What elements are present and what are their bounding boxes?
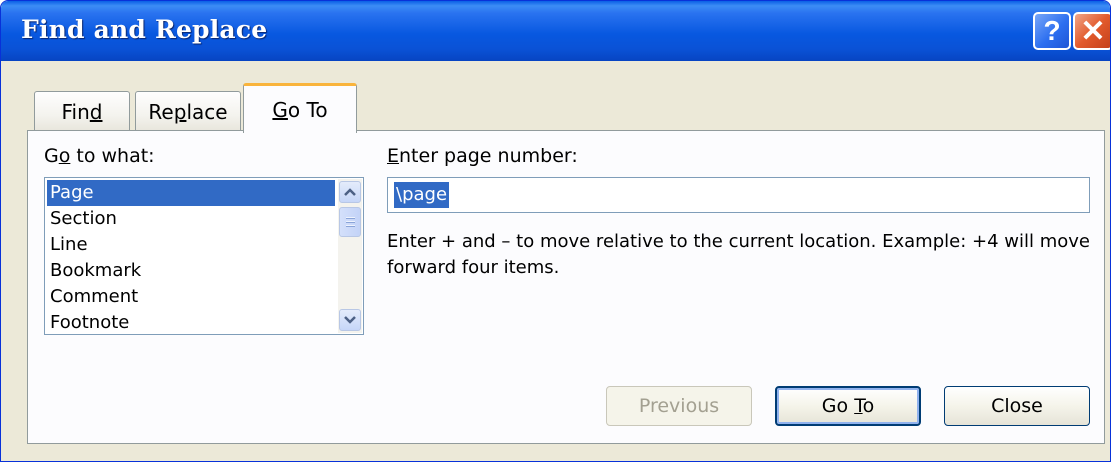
go-to-what-items: Page Section Line Bookmark Comment Footn… [47, 180, 335, 336]
find-replace-dialog: Find and Replace ? ✕ Find Replace Go To … [0, 0, 1111, 462]
listbox-scrollbar[interactable] [338, 179, 362, 333]
tab-replace[interactable]: Replace [135, 91, 241, 131]
tab-find-label: Find [61, 99, 103, 124]
scroll-down-button[interactable] [339, 309, 361, 331]
list-item-bookmark[interactable]: Bookmark [47, 258, 335, 284]
close-button[interactable]: Close [944, 386, 1090, 426]
hint-text: Enter + and – to move relative to the cu… [387, 231, 1090, 278]
close-window-button[interactable]: ✕ [1073, 12, 1110, 50]
page-number-value: \page [394, 182, 450, 208]
go-to-panel: Go to what: Page Section Line Bookmark C… [27, 130, 1105, 444]
scroll-up-button[interactable] [339, 181, 361, 203]
go-to-button-label: Go To [821, 395, 875, 417]
previous-button-label: Previous [638, 395, 720, 417]
close-button-label: Close [991, 395, 1043, 417]
chevron-up-icon [344, 188, 356, 196]
tab-go-to-label: Go To [272, 97, 328, 122]
chevron-down-icon [344, 316, 356, 324]
title-bar[interactable]: Find and Replace ? ✕ [1, 1, 1110, 61]
page-number-input[interactable]: \page [387, 177, 1090, 213]
grip-line [346, 221, 355, 223]
window-title: Find and Replace [21, 15, 268, 44]
go-to-button[interactable]: Go To [775, 386, 921, 426]
help-icon: ? [1043, 15, 1061, 46]
go-to-what-listbox[interactable]: Page Section Line Bookmark Comment Footn… [44, 177, 364, 335]
scroll-thumb[interactable] [339, 207, 361, 237]
grip-line [346, 225, 355, 227]
grip-line [346, 217, 355, 219]
close-icon: ✕ [1080, 14, 1106, 48]
list-item-comment[interactable]: Comment [47, 284, 335, 310]
page-number-label: Enter page number: [387, 145, 578, 167]
tab-go-to[interactable]: Go To [243, 83, 357, 135]
go-to-what-label: Go to what: [44, 145, 155, 167]
previous-button[interactable]: Previous [606, 386, 752, 426]
tab-find[interactable]: Find [34, 91, 130, 131]
list-item-line[interactable]: Line [47, 232, 335, 258]
list-item-page[interactable]: Page [47, 180, 335, 206]
tab-replace-label: Replace [148, 99, 228, 124]
list-item-section[interactable]: Section [47, 206, 335, 232]
help-button[interactable]: ? [1033, 12, 1071, 50]
list-item-footnote[interactable]: Footnote [47, 310, 335, 336]
